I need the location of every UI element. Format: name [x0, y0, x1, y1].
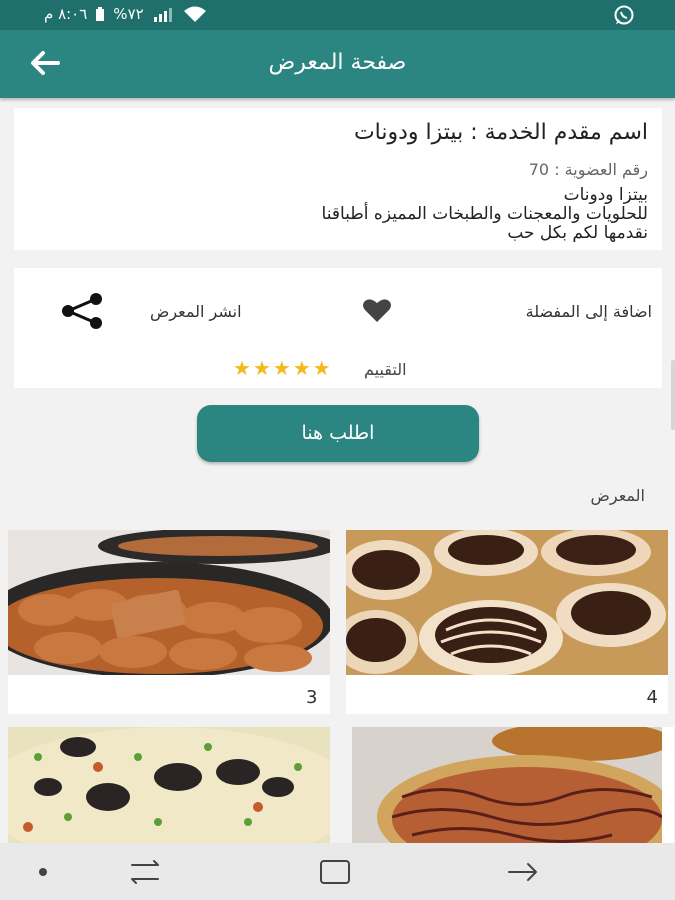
- wifi-icon: [183, 6, 206, 22]
- star-icon: ★: [233, 356, 253, 380]
- gallery-image-biscuits[interactable]: [8, 530, 330, 675]
- recent-apps-icon[interactable]: [128, 857, 162, 887]
- back-arrow-icon[interactable]: [506, 857, 540, 887]
- gallery-item-number: 3: [306, 687, 318, 708]
- gallery-item[interactable]: [352, 727, 674, 843]
- star-icon: ★: [312, 356, 333, 380]
- gallery-title: المعرض: [590, 486, 645, 505]
- star-icon: ★: [252, 356, 273, 380]
- page-title: صفحة المعرض: [268, 50, 407, 75]
- gallery-item-number: 4: [646, 687, 658, 708]
- battery-icon: [96, 6, 105, 21]
- status-left: ٨:٠٦ م %٧٢: [44, 5, 208, 23]
- gallery-image-donuts[interactable]: [346, 530, 668, 675]
- share-icon[interactable]: [58, 292, 108, 330]
- whatsapp-icon: [614, 5, 634, 25]
- add-to-favorites-button[interactable]: اضافة إلى المفضلة: [526, 302, 652, 321]
- member-number: رقم العضوية : 70: [528, 160, 648, 179]
- gallery-item[interactable]: [8, 727, 330, 843]
- home-button-icon[interactable]: [318, 857, 352, 887]
- gallery-item[interactable]: 4: [346, 530, 668, 714]
- order-button[interactable]: اطلب هنا: [197, 405, 479, 462]
- rating-label: التقييم: [364, 360, 407, 379]
- app-bar: صفحة المعرض: [0, 30, 675, 98]
- status-bar: ٨:٠٦ م %٧٢: [0, 0, 675, 30]
- scroll-edge-handle[interactable]: [671, 360, 675, 430]
- dot-icon[interactable]: [36, 857, 50, 887]
- provider-description: بيتزا ودونات للحلويات والمعجنات والطبخات…: [321, 185, 648, 243]
- time-text: ٨:٠٦ م: [44, 5, 88, 23]
- status-right: [613, 4, 635, 31]
- gallery-image-pizza-chocolate[interactable]: [352, 727, 662, 843]
- provider-name: اسم مقدم الخدمة : بيتزا ودونات: [353, 120, 648, 145]
- rating-stars: ★★★★★: [233, 356, 333, 380]
- heart-icon[interactable]: [362, 297, 392, 323]
- system-nav-bar: [0, 843, 675, 900]
- share-gallery-button[interactable]: انشر المعرض: [150, 302, 242, 321]
- gallery-item[interactable]: 3: [8, 530, 330, 714]
- battery-text: %٧٢: [113, 5, 144, 23]
- provider-info-card: اسم مقدم الخدمة : بيتزا ودونات رقم العضو…: [14, 108, 662, 250]
- star-icon: ★: [292, 356, 313, 380]
- gallery-image-pizza-olives[interactable]: [8, 727, 330, 843]
- star-icon: ★: [272, 356, 293, 380]
- actions-card: اضافة إلى المفضلة انشر المعرض التقييم ★★…: [14, 268, 662, 388]
- signal-icon: [153, 7, 172, 22]
